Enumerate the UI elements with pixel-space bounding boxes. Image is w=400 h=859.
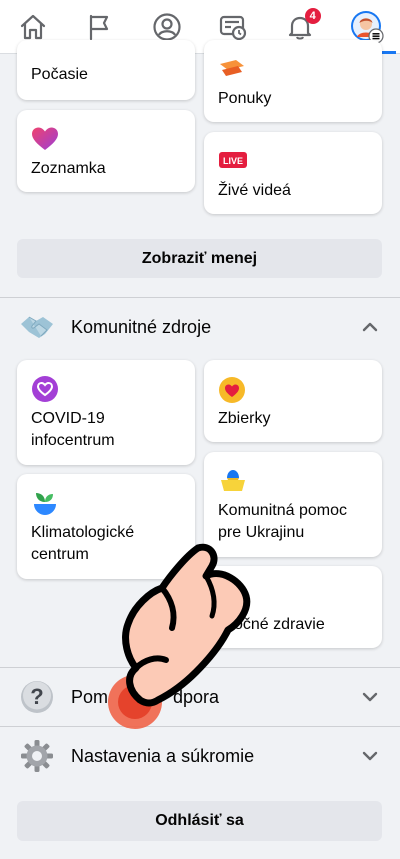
help-and-support-row[interactable]: ? Pom dpora xyxy=(0,668,400,726)
chevron-down-icon xyxy=(362,751,378,761)
dating-heart-icon xyxy=(32,127,58,150)
home-icon xyxy=(21,14,46,39)
notification-count-badge: 4 xyxy=(304,8,321,24)
chevron-down-icon xyxy=(362,692,378,702)
help-question-icon: ? xyxy=(19,679,55,715)
offers-icon xyxy=(220,60,244,76)
profile-icon xyxy=(153,12,181,41)
climate-globe-icon xyxy=(34,493,56,515)
shortcut-dating-label: Zoznamka xyxy=(31,160,106,177)
settings-and-privacy-label: Nastavenia a súkromie xyxy=(71,745,255,766)
settings-gear-icon xyxy=(19,738,55,774)
ukraine-community-help[interactable]: Komunitná pomoc pre Ukrajinu xyxy=(204,452,382,557)
help-label-right: dpora xyxy=(173,686,220,707)
shortcut-weather[interactable]: Počasie xyxy=(17,40,195,100)
live-badge-text: LIVE xyxy=(223,156,243,166)
svg-text:?: ? xyxy=(30,684,43,709)
shortcut-live-videos[interactable]: LIVE Živé videá xyxy=(204,132,382,214)
mental-health[interactable]: očné zdravie xyxy=(204,566,382,648)
handshake-icon xyxy=(19,309,55,345)
feed-icon xyxy=(220,15,247,40)
logout-button[interactable]: Odhlásiť sa xyxy=(17,801,382,841)
help-label-left: Pom xyxy=(71,686,109,707)
show-less-button[interactable]: Zobraziť menej xyxy=(17,239,382,278)
chevron-up-icon xyxy=(362,322,378,332)
shortcut-weather-label: Počasie xyxy=(31,66,88,83)
live-video-icon: LIVE xyxy=(219,152,247,168)
flag-icon xyxy=(89,14,109,40)
shortcut-offers[interactable]: Ponuky xyxy=(204,40,382,122)
covid-icon xyxy=(32,376,58,402)
mental-health-label: očné zdravie xyxy=(234,616,325,633)
community-resources-header[interactable]: Komunitné zdroje xyxy=(0,298,400,356)
community-resources-title: Komunitné zdroje xyxy=(71,316,212,337)
covid-info-center[interactable]: COVID-19 infocentrum xyxy=(17,360,195,465)
climate-science-center-label: Klimatologické centrum xyxy=(31,524,135,563)
help-and-support-label: Pom dpora xyxy=(71,687,362,708)
shortcut-live-videos-label: Živé videá xyxy=(218,182,291,199)
covid-info-center-label: COVID-19 infocentrum xyxy=(31,410,115,449)
settings-and-privacy-row[interactable]: Nastavenia a súkromie xyxy=(0,727,400,785)
shortcut-offers-label: Ponuky xyxy=(218,90,272,107)
fundraisers-label: Zbierky xyxy=(218,410,271,427)
shortcut-dating[interactable]: Zoznamka xyxy=(17,110,195,192)
ukraine-help-icon xyxy=(221,470,245,491)
fundraisers[interactable]: Zbierky xyxy=(204,360,382,442)
ukraine-community-help-label: Komunitná pomoc pre Ukrajinu xyxy=(218,502,347,541)
climate-science-center[interactable]: Klimatologické centrum xyxy=(17,474,195,579)
fundraiser-heart-icon xyxy=(219,377,245,403)
